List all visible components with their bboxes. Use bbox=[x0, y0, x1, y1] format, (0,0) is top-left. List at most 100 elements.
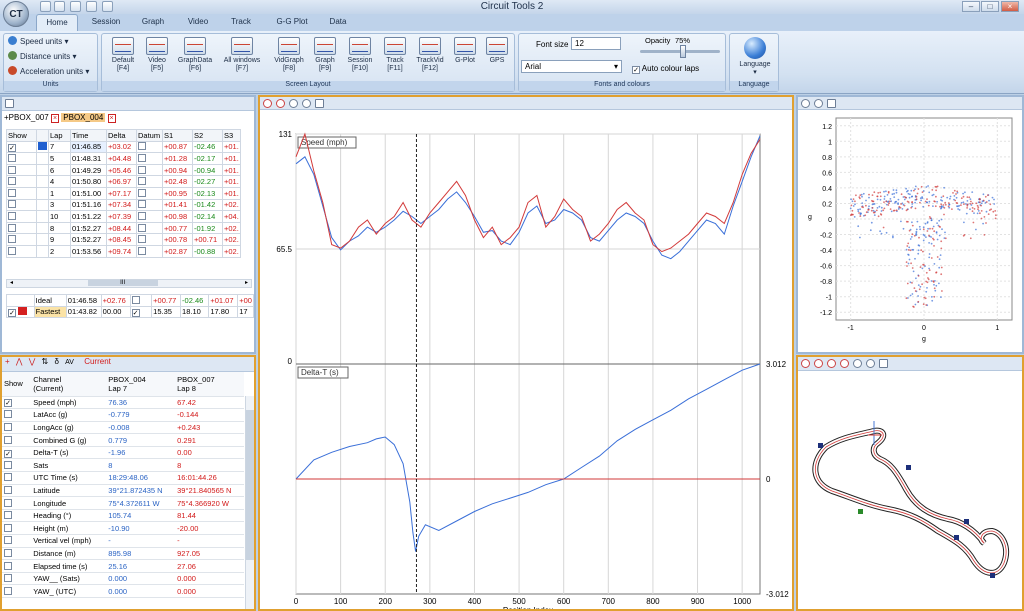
auto-colour-checkbox[interactable]: ✓ Auto colour laps bbox=[632, 64, 699, 74]
lap-row[interactable]: 2 01:53.56 +09.74 +02.87 -00.88 +02. bbox=[6, 244, 241, 258]
lap-datum-check[interactable] bbox=[138, 142, 146, 151]
channel-show-check[interactable] bbox=[4, 460, 12, 469]
fastest-datum-check[interactable]: ✓ bbox=[131, 308, 140, 317]
lap-show-check[interactable] bbox=[8, 223, 16, 232]
auto-colour-check[interactable]: ✓ bbox=[632, 66, 640, 74]
add-channel-icon[interactable]: + bbox=[5, 357, 10, 366]
lap-datum-check[interactable] bbox=[138, 153, 146, 162]
track-fit-icon[interactable] bbox=[879, 359, 888, 368]
track-zoom-in-icon[interactable] bbox=[853, 359, 862, 368]
lap-row[interactable]: 5 01:48.31 +04.48 +01.28 -02.17 +01. bbox=[6, 152, 241, 165]
channel-show-check[interactable] bbox=[4, 473, 12, 482]
channel-row[interactable]: UTC Time (s) 18:29:48.06 16:01:44.26 bbox=[2, 471, 244, 485]
channel-show-check[interactable] bbox=[4, 498, 12, 507]
tab-track[interactable]: Track bbox=[224, 14, 258, 31]
sort-icon[interactable]: ⇅ bbox=[42, 357, 49, 366]
col-show[interactable]: Show bbox=[6, 129, 37, 142]
lap-row[interactable]: 4 01:50.80 +06.97 +02.48 -02.27 +01. bbox=[6, 175, 241, 188]
channel-show-check[interactable]: ✓ bbox=[4, 399, 12, 408]
channel-row[interactable]: Latitude 39°21.872435 N 39°21.840565 N bbox=[2, 484, 244, 498]
channel-row[interactable]: LatAcc (g) -0.779 -0.144 bbox=[2, 408, 244, 422]
layout-session-button[interactable]: Session [F10] bbox=[343, 37, 377, 73]
channel-show-check[interactable] bbox=[4, 511, 12, 520]
channels-scroll-thumb[interactable] bbox=[246, 410, 254, 560]
columns-icon[interactable] bbox=[5, 99, 14, 108]
lap-color-swatch[interactable] bbox=[38, 142, 47, 151]
gg-zoom-out-icon[interactable] bbox=[814, 99, 823, 108]
channel-show-check[interactable] bbox=[4, 410, 12, 419]
lap-datum-check[interactable] bbox=[138, 235, 146, 244]
tab-gg-plot[interactable]: G-G Plot bbox=[268, 14, 316, 31]
close-session-b-icon[interactable]: × bbox=[107, 114, 116, 123]
layout-gplot-button[interactable]: G-Plot bbox=[449, 37, 481, 65]
lap-show-check[interactable] bbox=[8, 235, 16, 244]
tab-graph[interactable]: Graph bbox=[134, 14, 172, 31]
session-a-label[interactable]: +PBOX_007 bbox=[4, 113, 49, 122]
app-logo[interactable]: CT bbox=[3, 1, 29, 27]
lap-show-check[interactable]: ✓ bbox=[8, 143, 16, 152]
zoom-in-icon[interactable] bbox=[289, 99, 298, 108]
lap-datum-check[interactable] bbox=[138, 246, 146, 255]
channel-row[interactable]: Distance (m) 895.98 927.05 bbox=[2, 547, 244, 561]
channel-row[interactable]: Heading (°) 105.74 81.44 bbox=[2, 509, 244, 523]
lap-datum-check[interactable] bbox=[138, 223, 146, 232]
lap-datum-check[interactable] bbox=[138, 165, 146, 174]
col-time[interactable]: Time bbox=[70, 129, 107, 142]
av-icon[interactable]: AV bbox=[65, 359, 74, 366]
current-mode-label[interactable]: Current bbox=[84, 357, 111, 366]
font-select[interactable]: Arial ▾ bbox=[521, 60, 622, 73]
col-delta[interactable]: Delta bbox=[106, 129, 137, 142]
track-tool-1-icon[interactable] bbox=[801, 359, 810, 368]
col-lap[interactable]: Lap bbox=[48, 129, 71, 142]
channels-col-b[interactable]: PBOX_007 Lap 8 bbox=[175, 372, 244, 397]
fastest-color-swatch[interactable] bbox=[18, 306, 28, 315]
layout-trackvid-button[interactable]: TrackVid [F12] bbox=[413, 37, 447, 73]
channel-row[interactable]: ✓ Speed (mph) 76.36 67.42 bbox=[2, 396, 244, 410]
lap-row[interactable]: 3 01:51.16 +07.34 +01.41 -01.42 +02. bbox=[6, 198, 241, 212]
lap-show-check[interactable] bbox=[8, 211, 16, 220]
lap-row[interactable]: 8 01:52.27 +08.44 +00.77 -01.92 +02. bbox=[6, 221, 241, 235]
lap-datum-check[interactable] bbox=[138, 177, 146, 186]
lap-row[interactable]: 6 01:49.29 +05.46 +00.94 -00.94 +01. bbox=[6, 163, 241, 177]
channel-show-check[interactable] bbox=[4, 574, 12, 583]
lap-show-check[interactable] bbox=[8, 188, 16, 197]
col-s3[interactable]: S3 bbox=[222, 129, 241, 142]
layout-graph-button[interactable]: Graph [F9] bbox=[309, 37, 341, 73]
col-s1[interactable]: S1 bbox=[162, 129, 193, 142]
channels-col-channel[interactable]: Channel (Current) bbox=[31, 372, 107, 397]
channel-row[interactable]: YAW__ (Sats) 0.000 0.000 bbox=[2, 572, 244, 586]
channel-row[interactable]: LongAcc (g) -0.008 +0.243 bbox=[2, 421, 244, 435]
scroll-right-icon[interactable]: ▸ bbox=[242, 280, 251, 287]
speed-units-menu[interactable]: Speed units ▾ bbox=[8, 36, 69, 48]
track-tool-3-icon[interactable] bbox=[827, 359, 836, 368]
fastest-show-check[interactable]: ✓ bbox=[8, 308, 16, 317]
filter-icon[interactable]: ⋁ bbox=[29, 357, 36, 366]
close-session-a-icon[interactable]: × bbox=[50, 114, 60, 123]
lap-datum-check[interactable] bbox=[138, 188, 146, 197]
lap-show-check[interactable] bbox=[8, 153, 16, 162]
cursor-icon[interactable] bbox=[263, 99, 272, 108]
channel-row[interactable]: Vertical vel (mph) - - bbox=[2, 534, 244, 548]
gg-fit-icon[interactable] bbox=[827, 99, 836, 108]
channel-show-check[interactable] bbox=[4, 586, 12, 595]
lap-show-check[interactable] bbox=[8, 177, 16, 186]
lap-datum-check[interactable] bbox=[138, 211, 146, 220]
channel-show-check[interactable]: ✓ bbox=[4, 449, 12, 458]
channel-row[interactable]: Combined G (g) 0.779 0.291 bbox=[2, 433, 244, 447]
channel-show-check[interactable] bbox=[4, 536, 12, 545]
layout-gps-button[interactable]: GPS bbox=[481, 37, 513, 65]
lap-datum-check[interactable] bbox=[138, 200, 146, 209]
tab-video[interactable]: Video bbox=[180, 14, 216, 31]
ideal-datum-check[interactable] bbox=[131, 295, 140, 304]
gg-plot-area[interactable]: 1.2 1 0.8 0.6 0.4 0.2 0 -0.2 -0.4 -0.6 -0.8 -1 -1.2 -… bbox=[798, 110, 1022, 352]
channel-row[interactable]: Height (m) -10.90 -20.00 bbox=[2, 521, 244, 536]
tab-session[interactable]: Session bbox=[84, 14, 128, 31]
lap-row[interactable]: ✓ 7 01:46.85 +03.02 +00.87 -02.46 +01. bbox=[6, 140, 241, 154]
layout-default-button[interactable]: Default [F4] bbox=[107, 37, 139, 73]
channels-col-show[interactable]: Show bbox=[2, 372, 32, 397]
opacity-slider-handle[interactable] bbox=[680, 45, 686, 58]
layout-track-button[interactable]: Track [F11] bbox=[379, 37, 411, 73]
track-tool-4-icon[interactable] bbox=[840, 359, 849, 368]
channel-row[interactable]: Longitude 75°4.372611 W 75°4.366920 W bbox=[2, 496, 244, 510]
channel-row[interactable]: ✓ Delta-T (s) -1.96 0.00 bbox=[2, 446, 244, 460]
